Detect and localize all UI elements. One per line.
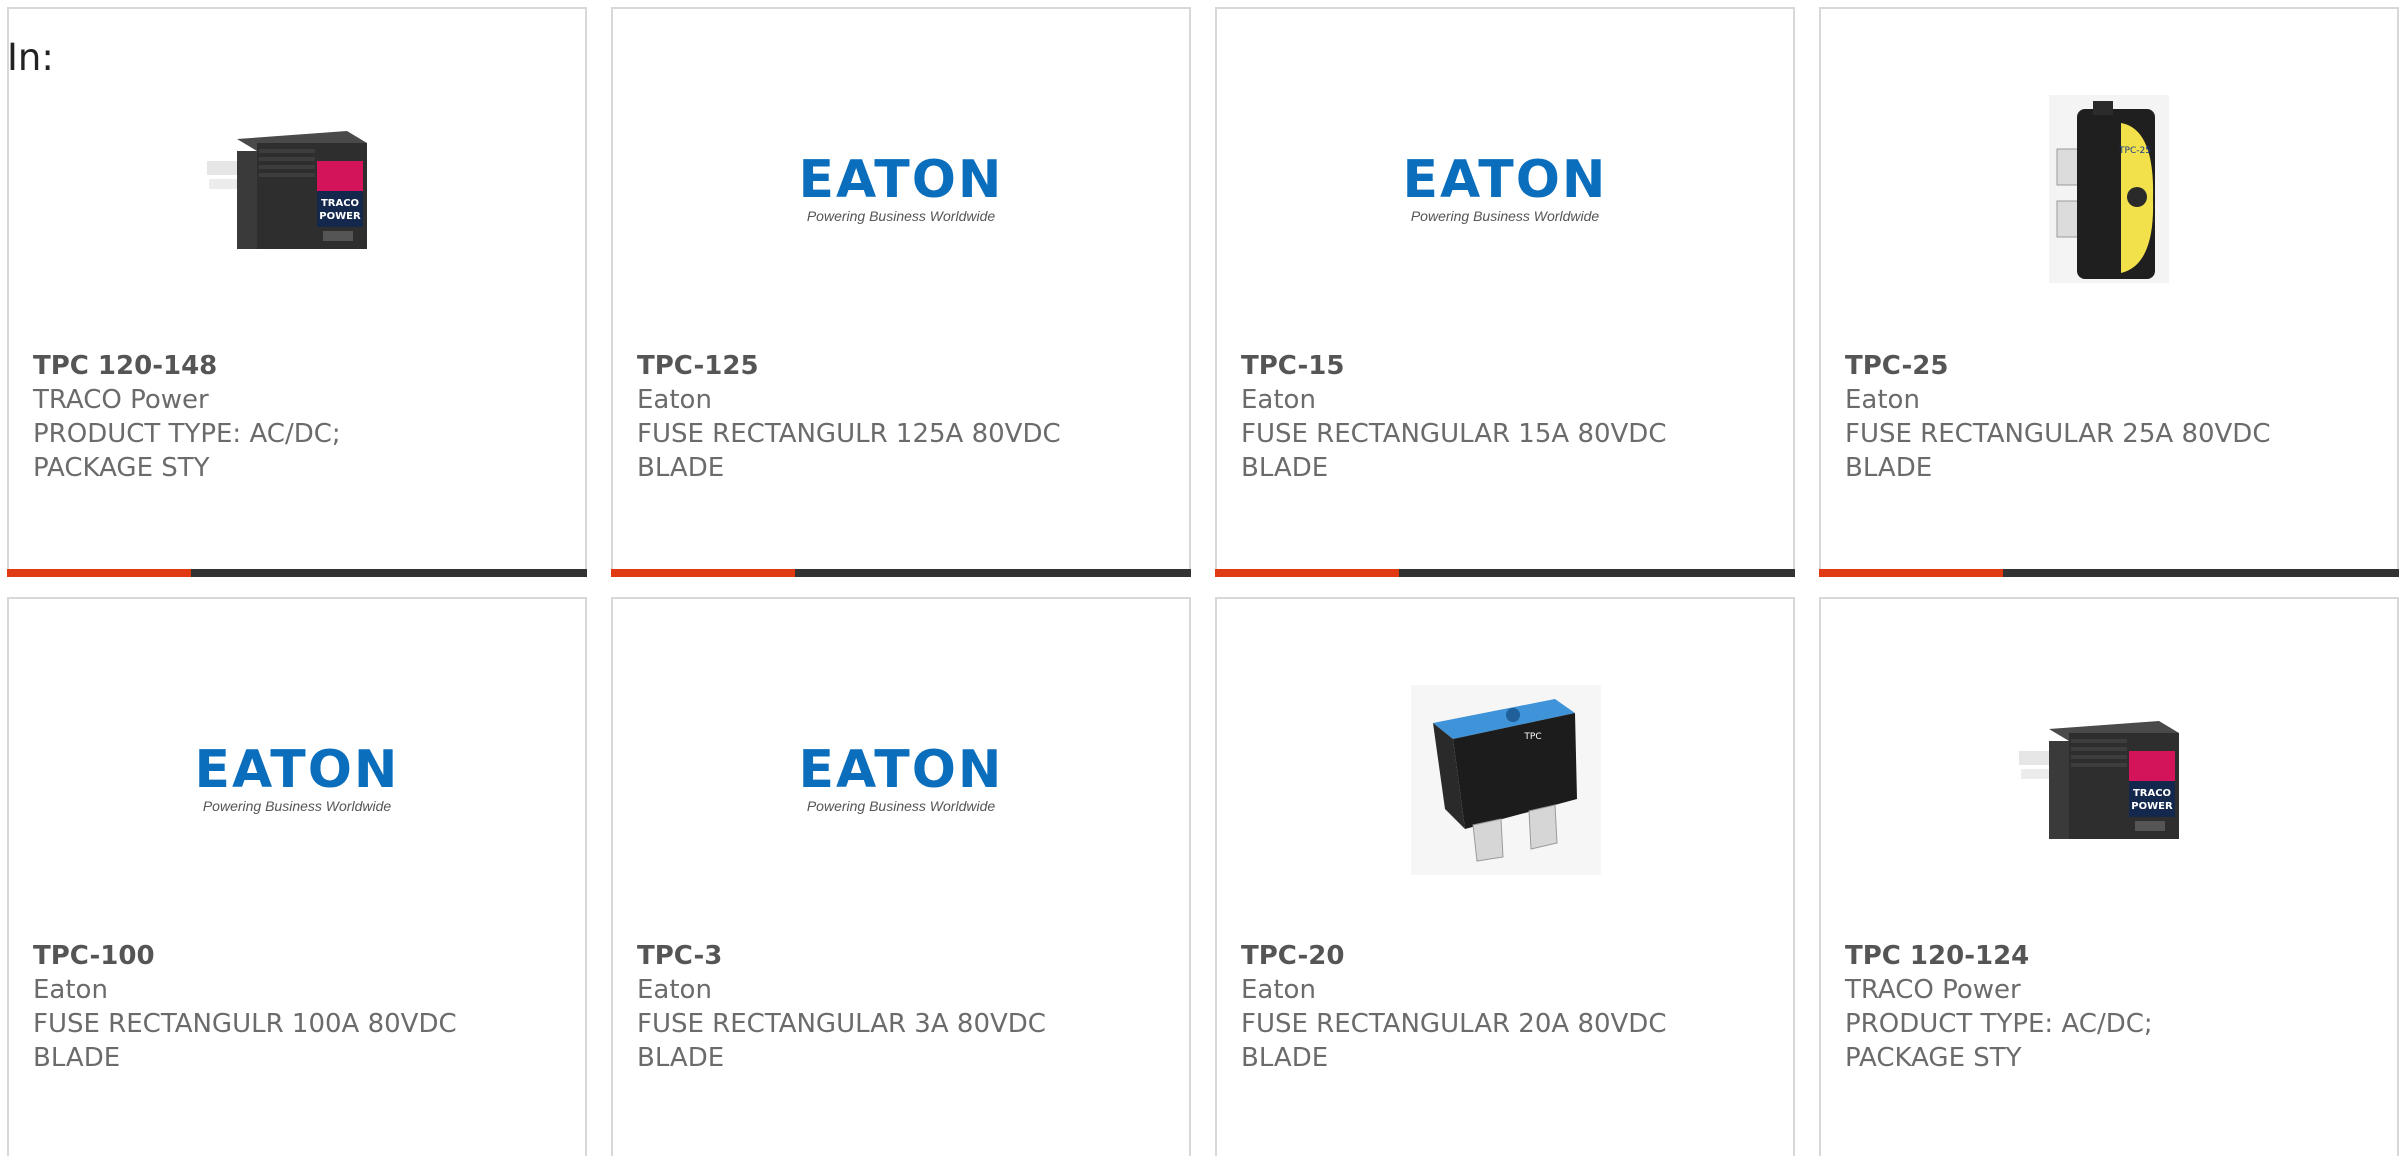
part-number[interactable]: TPC-25	[1845, 349, 2373, 383]
product-image: EATON Powering Business Worldwide	[1217, 79, 1793, 299]
product-image: EATON Powering Business Worldwide	[613, 669, 1189, 889]
yellow-fuse-icon: TPC-25	[2049, 95, 2169, 283]
card-bottom-bar	[611, 569, 1191, 577]
product-image: EATON Powering Business Worldwide	[613, 79, 1189, 299]
description: PRODUCT TYPE: AC/DC; PACKAGE STY	[1845, 1009, 2153, 1073]
part-number[interactable]: TPC-100	[33, 939, 561, 973]
eaton-logo-tagline: Powering Business Worldwide	[806, 798, 996, 814]
blue-fuse-icon: TPC	[1411, 685, 1601, 875]
card-accent	[611, 569, 795, 577]
card-accent	[1819, 569, 2003, 577]
eaton-logo-tagline: Powering Business Worldwide	[806, 208, 996, 224]
product-card[interactable]: TPC-25 TPC-25 Eaton FUSE RECTANGULAR 25A…	[1819, 7, 2399, 577]
part-number[interactable]: TPC-3	[637, 939, 1165, 973]
description: FUSE RECTANGULAR 20A 80VDC BLADE	[1241, 1009, 1667, 1073]
product-card[interactable]: EATON Powering Business Worldwide TPC-15…	[1215, 7, 1795, 577]
product-info: TPC-20 Eaton FUSE RECTANGULAR 20A 80VDC …	[1241, 939, 1769, 1075]
eaton-logo-word: EATON	[1402, 150, 1608, 210]
svg-text:TPC-25: TPC-25	[2118, 146, 2151, 156]
product-info: TPC 120-124 TRACO Power PRODUCT TYPE: AC…	[1845, 939, 2373, 1075]
product-image: TPC-25	[1821, 79, 2397, 299]
eaton-logo: EATON Powering Business Worldwide	[796, 734, 1006, 824]
product-image: TRACO POWER	[9, 79, 585, 299]
svg-text:POWER: POWER	[2131, 801, 2173, 812]
card-accent	[7, 569, 191, 577]
manufacturer: Eaton	[637, 385, 712, 415]
eaton-logo-tagline: Powering Business Worldwide	[1410, 208, 1600, 224]
product-card[interactable]: EATON Powering Business Worldwide TPC-3 …	[611, 597, 1191, 1156]
part-number[interactable]: TPC-20	[1241, 939, 1769, 973]
product-info: TPC-15 Eaton FUSE RECTANGULAR 15A 80VDC …	[1241, 349, 1769, 485]
description: FUSE RECTANGULAR 3A 80VDC BLADE	[637, 1009, 1046, 1073]
product-info: TPC-3 Eaton FUSE RECTANGULAR 3A 80VDC BL…	[637, 939, 1165, 1075]
manufacturer: Eaton	[637, 975, 712, 1005]
manufacturer: Eaton	[1241, 975, 1316, 1005]
card-bottom-bar	[1215, 569, 1795, 577]
eaton-logo: EATON Powering Business Worldwide	[192, 734, 402, 824]
manufacturer: TRACO Power	[1845, 975, 2021, 1005]
description: FUSE RECTANGULAR 15A 80VDC BLADE	[1241, 419, 1667, 483]
filter-label: In:	[7, 36, 54, 79]
product-info: TPC-125 Eaton FUSE RECTANGULR 125A 80VDC…	[637, 349, 1165, 485]
product-card[interactable]: EATON Powering Business Worldwide TPC-10…	[7, 597, 587, 1156]
eaton-logo: EATON Powering Business Worldwide	[796, 144, 1006, 234]
product-info: TPC-25 Eaton FUSE RECTANGULAR 25A 80VDC …	[1845, 349, 2373, 485]
manufacturer: Eaton	[1845, 385, 1920, 415]
eaton-logo-word: EATON	[798, 740, 1004, 800]
svg-text:TRACO: TRACO	[321, 198, 359, 209]
product-info: TPC 120-148 TRACO Power PRODUCT TYPE: AC…	[33, 349, 561, 485]
part-number[interactable]: TPC 120-148	[33, 349, 561, 383]
card-bottom-bar	[1819, 569, 2399, 577]
description: FUSE RECTANGULR 100A 80VDC BLADE	[33, 1009, 457, 1073]
svg-text:TRACO: TRACO	[2133, 788, 2171, 799]
product-info: TPC-100 Eaton FUSE RECTANGULR 100A 80VDC…	[33, 939, 561, 1075]
manufacturer: TRACO Power	[33, 385, 209, 415]
part-number[interactable]: TPC 120-124	[1845, 939, 2373, 973]
part-number[interactable]: TPC-125	[637, 349, 1165, 383]
eaton-logo-tagline: Powering Business Worldwide	[202, 798, 392, 814]
product-card[interactable]: TRACO POWER TPC 120-124 TRACO Power PROD…	[1819, 597, 2399, 1156]
eaton-logo-word: EATON	[798, 150, 1004, 210]
product-grid-page: In: TRACO POWER TPC 120-148 TRACO Power …	[0, 0, 2400, 1156]
manufacturer: Eaton	[33, 975, 108, 1005]
product-card[interactable]: TPC TPC-20 Eaton FUSE RECTANGULAR 20A 80…	[1215, 597, 1795, 1156]
description: PRODUCT TYPE: AC/DC; PACKAGE STY	[33, 419, 341, 483]
description: FUSE RECTANGULAR 25A 80VDC BLADE	[1845, 419, 2271, 483]
eaton-logo: EATON Powering Business Worldwide	[1400, 144, 1610, 234]
card-accent	[1215, 569, 1399, 577]
card-bottom-bar	[7, 569, 587, 577]
traco-power-supply-icon: TRACO POWER	[207, 131, 367, 249]
manufacturer: Eaton	[1241, 385, 1316, 415]
eaton-logo-word: EATON	[194, 740, 400, 800]
part-number[interactable]: TPC-15	[1241, 349, 1769, 383]
description: FUSE RECTANGULR 125A 80VDC BLADE	[637, 419, 1061, 483]
product-image: EATON Powering Business Worldwide	[9, 669, 585, 889]
product-card[interactable]: TRACO POWER TPC 120-148 TRACO Power PROD…	[7, 7, 587, 577]
product-image: TRACO POWER	[1821, 669, 2397, 889]
svg-text:POWER: POWER	[319, 211, 361, 222]
product-card[interactable]: EATON Powering Business Worldwide TPC-12…	[611, 7, 1191, 577]
product-image: TPC	[1217, 669, 1793, 889]
traco-power-supply-icon: TRACO POWER	[2019, 721, 2179, 839]
svg-text:TPC: TPC	[1523, 732, 1541, 742]
